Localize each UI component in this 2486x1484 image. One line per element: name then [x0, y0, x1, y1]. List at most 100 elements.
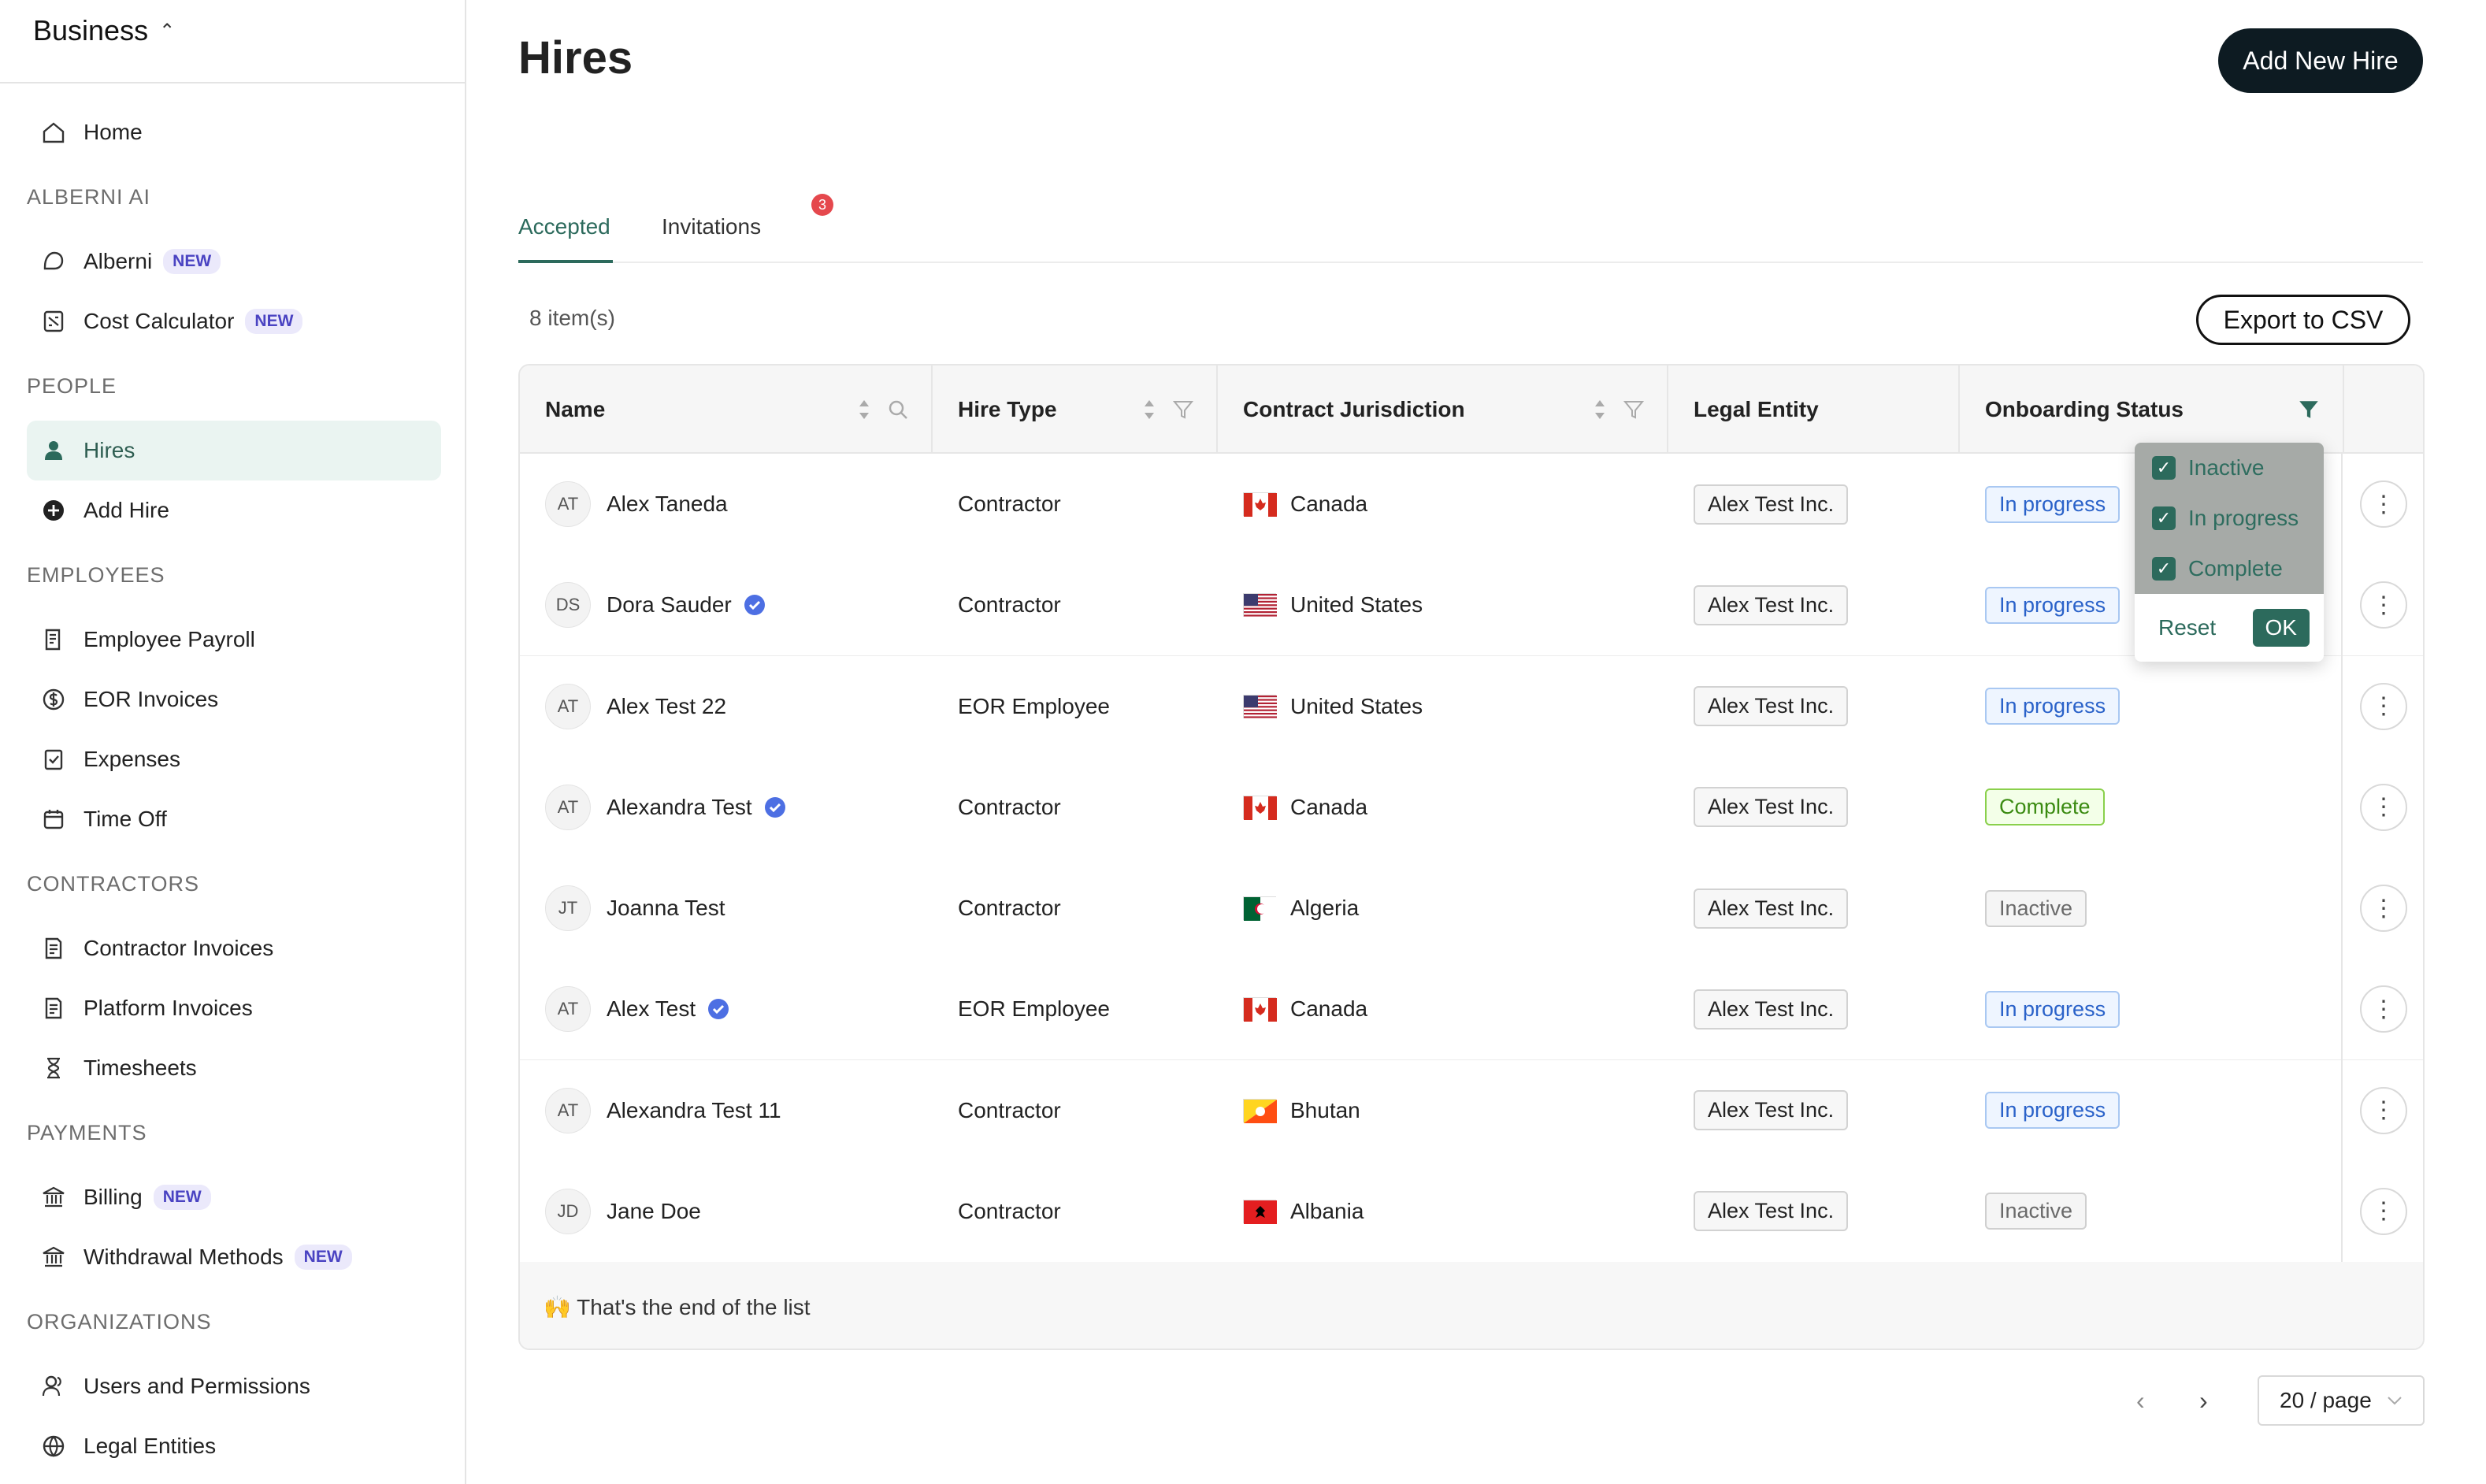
sidebar-item-home[interactable]: Home [27, 102, 441, 162]
checkbox-checked-icon[interactable]: ✓ [2152, 506, 2176, 530]
sidebar-item-hires[interactable]: Hires [27, 421, 441, 480]
table-row[interactable]: AT Alex Test 22 EOR Employee United States A… [520, 655, 2423, 759]
hire-type: Contractor [958, 794, 1061, 819]
sidebar-item-legal-entities[interactable]: Legal Entities [27, 1416, 441, 1476]
hire-type-cell: Contractor [958, 1060, 1218, 1161]
sidebar-item-employee-payroll[interactable]: Employee Payroll [27, 610, 441, 670]
document-icon [39, 625, 68, 654]
sidebar-item-withdrawal-methods[interactable]: Withdrawal Methods NEW [27, 1227, 441, 1287]
legal-entity-cell: Alex Test Inc. [1694, 959, 1961, 1059]
add-new-hire-button[interactable]: Add New Hire [2218, 28, 2423, 93]
table-row[interactable]: JD Jane Doe Contractor Albania Alex Test Inc… [520, 1160, 2423, 1263]
sort-icon[interactable] [1591, 397, 1608, 422]
column-header-actions [2344, 365, 2423, 454]
sidebar-item-contractor-invoices[interactable]: Contractor Invoices [27, 918, 441, 978]
sidebar-item-label: Timesheets [83, 1055, 197, 1080]
jurisdiction-cell: Canada [1243, 959, 1668, 1059]
jurisdiction-cell: Albania [1243, 1161, 1668, 1262]
table-header: Name Hire Type Contract Jurisdiction Leg… [520, 365, 2423, 454]
sort-icon[interactable] [1141, 397, 1158, 422]
search-icon[interactable] [887, 399, 909, 421]
sidebar-item-platform-invoices[interactable]: Platform Invoices [27, 978, 441, 1038]
filter-option-in-progress[interactable]: ✓ In progress [2135, 493, 2324, 544]
filter-icon[interactable] [1172, 399, 1194, 421]
sidebar-item-label: Contractor Invoices [83, 936, 274, 960]
new-badge: NEW [153, 1185, 211, 1210]
country: United States [1290, 693, 1423, 718]
hire-name[interactable]: Alexandra Test [607, 795, 752, 820]
status-badge: Inactive [1985, 1193, 2087, 1230]
hire-name[interactable]: Jane Doe [607, 1199, 701, 1224]
legal-entity-tag: Alex Test Inc. [1694, 1090, 1849, 1130]
checkbox-checked-icon[interactable]: ✓ [2152, 557, 2176, 581]
item-count: 8 item(s) [529, 306, 615, 330]
next-page-icon[interactable]: › [2199, 1386, 2208, 1415]
filter-option-label: Complete [2188, 556, 2283, 581]
sidebar-item-users-and-permissions[interactable]: Users and Permissions [27, 1356, 441, 1416]
sort-icon[interactable] [855, 397, 873, 422]
sidebar-item-billing[interactable]: Billing NEW [27, 1167, 441, 1227]
avatar: AT [545, 986, 591, 1033]
flag-ca-icon [1243, 492, 1277, 517]
hire-name[interactable]: Alex Test 22 [607, 694, 726, 719]
filter-icon[interactable] [1623, 399, 1645, 421]
active-tab-indicator [518, 260, 613, 263]
filter-active-icon[interactable] [2297, 398, 2321, 421]
filter-option-inactive[interactable]: ✓ Inactive [2135, 443, 2324, 493]
hire-name[interactable]: Alexandra Test 11 [607, 1098, 781, 1123]
table-row[interactable]: AT Alexandra Test 11 Contractor Bhutan Alex … [520, 1059, 2423, 1163]
table-row[interactable]: AT Alex Test EOR Employee Canada Alex Test I… [520, 959, 2423, 1062]
sidebar-item-eor-invoices[interactable]: EOR Invoices [27, 670, 441, 729]
hire-name[interactable]: Alex Taneda [607, 492, 728, 517]
hire-name[interactable]: Dora Sauder [607, 592, 732, 618]
hire-name[interactable]: Joanna Test [607, 896, 725, 921]
filter-option-complete[interactable]: ✓ Complete [2135, 544, 2324, 594]
export-csv-button[interactable]: Export to CSV [2196, 295, 2410, 345]
checkbox-checked-icon[interactable]: ✓ [2152, 456, 2176, 480]
legal-entity-tag: Alex Test Inc. [1694, 989, 1849, 1030]
sidebar-item-label: Cost Calculator [83, 309, 235, 333]
new-badge: NEW [245, 309, 303, 334]
column-label: Hire Type [958, 397, 1057, 421]
page-size-select[interactable]: 20 / page [2258, 1375, 2425, 1426]
tab-invitations[interactable]: Invitations [662, 214, 761, 239]
verified-icon [708, 999, 729, 1020]
sidebar-item-alberni[interactable]: Alberni NEW [27, 232, 441, 291]
dollar-icon [39, 685, 68, 714]
sidebar-item-label: Expenses [83, 747, 180, 771]
avatar: AT [545, 784, 591, 830]
avatar: AT [545, 683, 591, 729]
sidebar-item-timesheets[interactable]: Timesheets [27, 1038, 441, 1098]
divider [0, 82, 465, 83]
home-icon [39, 118, 68, 147]
sidebar-item-add-hire[interactable]: Add Hire [27, 480, 441, 540]
hire-type-cell: Contractor [958, 555, 1218, 655]
hire-name[interactable]: Alex Test [607, 996, 696, 1022]
tab-accepted[interactable]: Accepted [518, 214, 610, 239]
sidebar-item-cost-calculator[interactable]: Cost Calculator NEW [27, 291, 441, 351]
country: Canada [1290, 794, 1368, 819]
bank-icon [39, 1183, 68, 1211]
status-cell: In progress [1985, 959, 2332, 1059]
page-size-value: 20 / page [2280, 1388, 2372, 1412]
table-row[interactable]: AT Alexandra Test Contractor Canada Alex Tes… [520, 756, 2423, 859]
filter-reset-button[interactable]: Reset [2158, 615, 2216, 640]
sidebar-section-people: PEOPLE [27, 373, 117, 398]
avatar: JD [545, 1188, 591, 1234]
prev-page-icon[interactable]: ‹ [2136, 1386, 2145, 1415]
invoice-icon [39, 994, 68, 1022]
hire-type-cell: Contractor [958, 757, 1218, 858]
filter-ok-button[interactable]: OK [2252, 609, 2310, 647]
table-row[interactable]: JT Joanna Test Contractor Algeria Alex Test … [520, 858, 2423, 960]
sidebar-item-expenses[interactable]: Expenses [27, 729, 441, 789]
sidebar-item-time-off[interactable]: Time Off [27, 789, 441, 849]
sidebar: Business ⌃ Home ALBERNI AI Alberni NEW Cost … [0, 0, 466, 1484]
legal-entity-cell: Alex Test Inc. [1694, 1161, 1961, 1262]
status-badge: In progress [1985, 586, 2121, 624]
sidebar-section-contractors: CONTRACTORS [27, 871, 200, 896]
workspace-switcher[interactable]: Business ⌃ [33, 14, 175, 47]
jurisdiction-cell: Algeria [1243, 858, 1668, 959]
avatar: DS [545, 582, 591, 629]
sidebar-item-label: Platform Invoices [83, 996, 253, 1020]
jurisdiction-cell: Canada [1243, 757, 1668, 858]
